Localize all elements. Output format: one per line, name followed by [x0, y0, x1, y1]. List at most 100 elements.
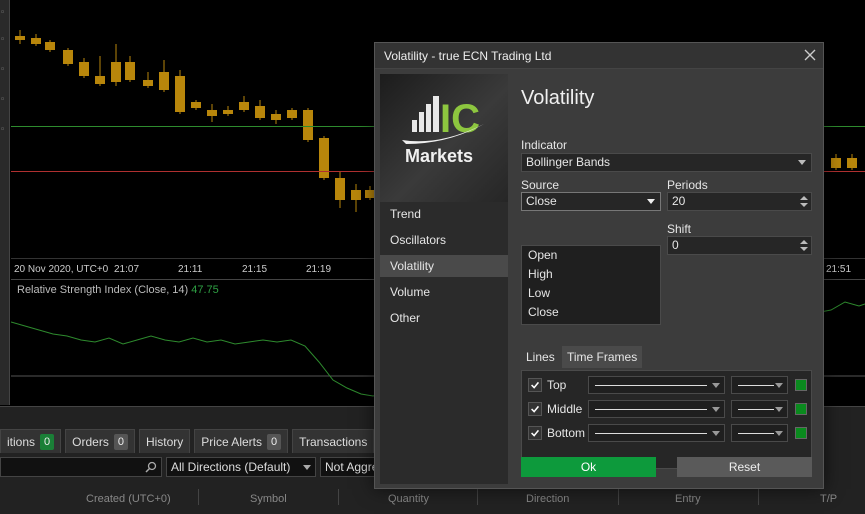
line-label: Middle [547, 402, 583, 416]
price-alerts-count-badge: 0 [266, 433, 282, 450]
source-select[interactable]: Close [521, 192, 661, 211]
line-width-select[interactable] [731, 424, 788, 442]
lines-settings-box: Top Middle Bottom [521, 370, 812, 469]
sidebar-item-trend[interactable]: Trend [380, 203, 508, 225]
trade-tabs: itions 0 Orders 0 History Price Alerts 0… [0, 429, 375, 453]
candle-body [191, 102, 201, 108]
column-header-quantity[interactable]: Quantity [388, 493, 429, 505]
x-axis-tick-label: 21:11 [178, 264, 203, 275]
line-width-select[interactable] [731, 376, 788, 394]
source-option-low[interactable]: Low [522, 284, 660, 303]
search-input[interactable] [0, 457, 162, 477]
indicator-category-sidebar: IC Markets Trend Oscillators Volatility … [380, 74, 508, 484]
chevron-down-icon [303, 465, 311, 470]
source-option-close[interactable]: Close [522, 303, 660, 322]
column-header-symbol[interactable]: Symbol [250, 493, 287, 505]
search-icon[interactable] [145, 461, 157, 473]
candle-body [847, 158, 857, 168]
line-row-bottom: Bottom [522, 423, 811, 443]
dialog-titlebar[interactable]: Volatility - true ECN Trading Ltd [375, 43, 823, 69]
source-option-high[interactable]: High [522, 265, 660, 284]
sidebar-item-oscillators[interactable]: Oscillators [380, 229, 508, 251]
direction-filter-select[interactable]: All Directions (Default) [166, 457, 316, 477]
candle-body [831, 158, 841, 168]
close-icon[interactable] [803, 48, 817, 62]
stepper-arrows-icon[interactable] [800, 194, 808, 209]
trade-table-header: Created (UTC+0) Symbol Quantity Directio… [0, 485, 865, 514]
candle-body [303, 110, 313, 140]
indicator-label: Indicator [521, 138, 568, 152]
candle-body [255, 106, 265, 118]
candle-body [223, 110, 233, 114]
source-option-open[interactable]: Open [522, 246, 660, 265]
line-row-middle: Middle [522, 399, 811, 419]
x-axis-tick-label: 21:07 [114, 264, 140, 275]
chevron-down-icon [775, 407, 783, 412]
top-line-checkbox[interactable] [528, 378, 542, 392]
indicator-select[interactable]: Bollinger Bands [521, 153, 812, 172]
shift-stepper[interactable]: 0 [667, 236, 812, 255]
stepper-arrows-icon[interactable] [800, 238, 808, 253]
orders-count-badge: 0 [113, 433, 128, 450]
toolbar-tool-icon[interactable]: ◦ [0, 125, 8, 135]
column-divider [758, 489, 759, 505]
periods-label: Periods [667, 178, 708, 192]
bottom-line-checkbox[interactable] [528, 426, 542, 440]
sidebar-item-other[interactable]: Other [380, 307, 508, 329]
tab-lines[interactable]: Lines [521, 346, 560, 368]
line-style-sample [595, 409, 707, 410]
chevron-down-icon [712, 383, 720, 388]
sidebar-item-volatility[interactable]: Volatility [380, 255, 508, 277]
chart-drawing-toolbar: ◦ ◦ ◦ ◦ ◦ [0, 0, 10, 405]
chevron-down-icon [798, 160, 806, 165]
candle-body [319, 138, 329, 178]
page-title: Volatility [521, 87, 595, 109]
line-width-sample [738, 409, 774, 410]
candle-body [111, 62, 121, 82]
middle-line-checkbox[interactable] [528, 402, 542, 416]
x-axis-tick-label: 21:51 [826, 264, 852, 275]
column-header-tp[interactable]: T/P [820, 493, 837, 505]
line-style-select[interactable] [588, 376, 725, 394]
column-header-entry[interactable]: Entry [675, 493, 701, 505]
tab-history[interactable]: History [138, 429, 191, 453]
line-color-swatch[interactable] [795, 403, 807, 415]
column-divider [618, 489, 619, 505]
line-color-swatch[interactable] [795, 379, 807, 391]
candle-body [31, 38, 41, 44]
column-header-direction[interactable]: Direction [526, 493, 569, 505]
line-width-select[interactable] [731, 400, 788, 418]
candle-body [287, 110, 297, 118]
reset-button[interactable]: Reset [677, 457, 812, 477]
column-header-created[interactable]: Created (UTC+0) [86, 493, 171, 505]
ok-button[interactable]: Ok [521, 457, 656, 477]
dialog-title: Volatility - true ECN Trading Ltd [384, 49, 552, 63]
ic-markets-logo: IC Markets [380, 74, 508, 202]
indicator-dialog: Volatility - true ECN Trading Ltd IC Mar… [374, 42, 824, 489]
tab-price-alerts[interactable]: Price Alerts 0 [194, 429, 289, 453]
x-axis-tick-label: 21:19 [306, 264, 332, 275]
tab-orders[interactable]: Orders 0 [65, 429, 135, 453]
candle-body [239, 102, 249, 110]
toolbar-tool-icon[interactable]: ◦ [0, 8, 8, 18]
aggregation-filter-select[interactable]: Not Aggre [320, 457, 380, 477]
candle-body [143, 80, 153, 86]
line-color-swatch[interactable] [795, 427, 807, 439]
tab-transactions[interactable]: Transactions [292, 429, 375, 453]
candle-body [45, 42, 55, 50]
tab-time-frames[interactable]: Time Frames [562, 346, 643, 368]
column-divider [477, 489, 478, 505]
sidebar-item-volume[interactable]: Volume [380, 281, 508, 303]
periods-stepper[interactable]: 20 [667, 192, 812, 211]
source-label: Source [521, 178, 560, 192]
line-style-select[interactable] [588, 424, 725, 442]
line-label: Top [547, 378, 567, 392]
line-style-select[interactable] [588, 400, 725, 418]
toolbar-tool-icon[interactable]: ◦ [0, 95, 8, 105]
candle-body [125, 62, 135, 80]
candle-body [15, 36, 25, 40]
svg-text:Markets: Markets [405, 146, 473, 166]
toolbar-tool-icon[interactable]: ◦ [0, 65, 8, 75]
tab-positions[interactable]: itions 0 [0, 429, 62, 453]
toolbar-tool-icon[interactable]: ◦ [0, 35, 8, 45]
